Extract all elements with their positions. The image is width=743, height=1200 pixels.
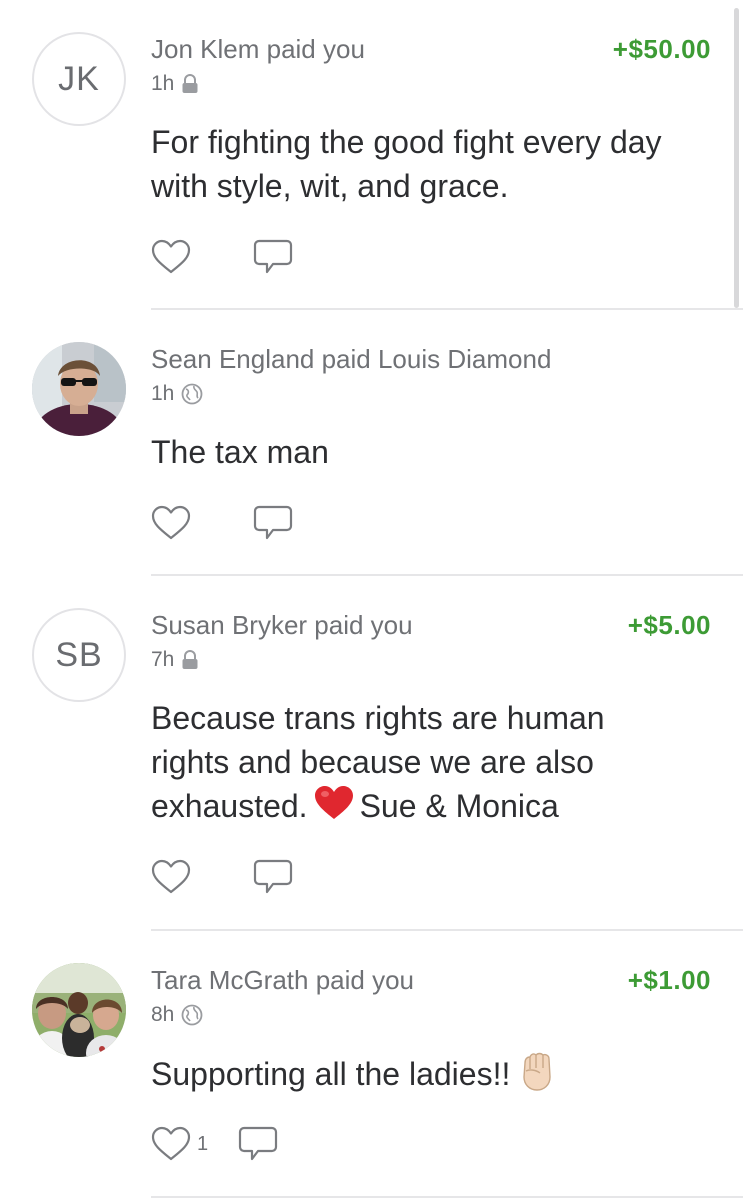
payment-amount: +$5.00 <box>627 610 711 640</box>
payment-amount: +$50.00 <box>612 34 711 64</box>
heart-icon <box>151 239 191 274</box>
like-count: 1 <box>197 1132 209 1155</box>
avatar[interactable] <box>32 963 126 1057</box>
timestamp: 1h <box>151 382 175 405</box>
timestamp: 7h <box>151 648 175 671</box>
story-message: Because trans rights are human rights an… <box>151 696 691 832</box>
feed-story[interactable]: JK Jon Klem paid you +$50.00 1h For figh… <box>0 0 743 310</box>
timestamp: 8h <box>151 1003 175 1026</box>
story-meta: 1h <box>151 382 203 406</box>
comment-button[interactable] <box>253 504 293 542</box>
comment-icon <box>253 859 293 894</box>
story-actions <box>151 504 293 542</box>
feed-story[interactable]: Sean England paid Louis Diamond 1h The t… <box>0 310 743 576</box>
story-actions <box>151 858 293 896</box>
divider <box>151 1196 743 1198</box>
avatar[interactable]: SB <box>32 608 126 702</box>
comment-button[interactable] <box>253 238 293 276</box>
heart-icon <box>151 859 191 894</box>
comment-icon <box>239 1126 278 1161</box>
heart-icon <box>151 1126 191 1161</box>
story-title: Tara McGrath paid you <box>151 965 415 995</box>
heart-icon <box>151 505 191 540</box>
feed-story[interactable]: SB Susan Bryker paid you +$5.00 7h Becau… <box>0 576 743 931</box>
like-button[interactable] <box>151 505 191 541</box>
avatar[interactable]: JK <box>32 32 126 126</box>
like-button[interactable]: 1 <box>151 1126 208 1162</box>
timestamp: 1h <box>151 72 175 95</box>
story-meta: 7h <box>151 648 199 672</box>
story-meta: 8h <box>151 1003 203 1027</box>
comment-button[interactable] <box>238 1125 278 1163</box>
story-title: Jon Klem paid you <box>151 34 365 64</box>
globe-icon <box>181 1004 203 1026</box>
payment-feed: JK Jon Klem paid you +$50.00 1h For figh… <box>0 0 743 1200</box>
comment-icon <box>253 239 293 274</box>
story-actions: 1 <box>151 1125 278 1163</box>
like-button[interactable] <box>151 239 191 275</box>
lock-icon <box>181 650 199 670</box>
lock-icon <box>181 74 199 94</box>
story-title: Susan Bryker paid you <box>151 610 413 640</box>
comment-button[interactable] <box>253 858 293 896</box>
story-message: For fighting the good fight every day wi… <box>151 124 662 204</box>
message-text: Supporting all the ladies!! <box>151 1056 511 1092</box>
avatar[interactable] <box>32 342 126 436</box>
scrollbar[interactable] <box>734 8 739 308</box>
story-meta: 1h <box>151 72 199 96</box>
comment-icon <box>253 505 293 540</box>
heart-emoji <box>314 785 354 832</box>
payment-amount: +$1.00 <box>627 965 711 995</box>
globe-icon <box>181 383 203 405</box>
message-text: Sue & Monica <box>359 788 559 824</box>
story-message: Supporting all the ladies!! <box>151 1051 721 1102</box>
feed-story[interactable]: Tara McGrath paid you +$1.00 8h Supporti… <box>0 931 743 1200</box>
story-title: Sean England paid Louis Diamond <box>151 344 552 374</box>
raised-fist-emoji <box>518 1051 556 1102</box>
like-button[interactable] <box>151 859 191 895</box>
story-actions <box>151 238 293 276</box>
story-message: The tax man <box>151 434 329 470</box>
